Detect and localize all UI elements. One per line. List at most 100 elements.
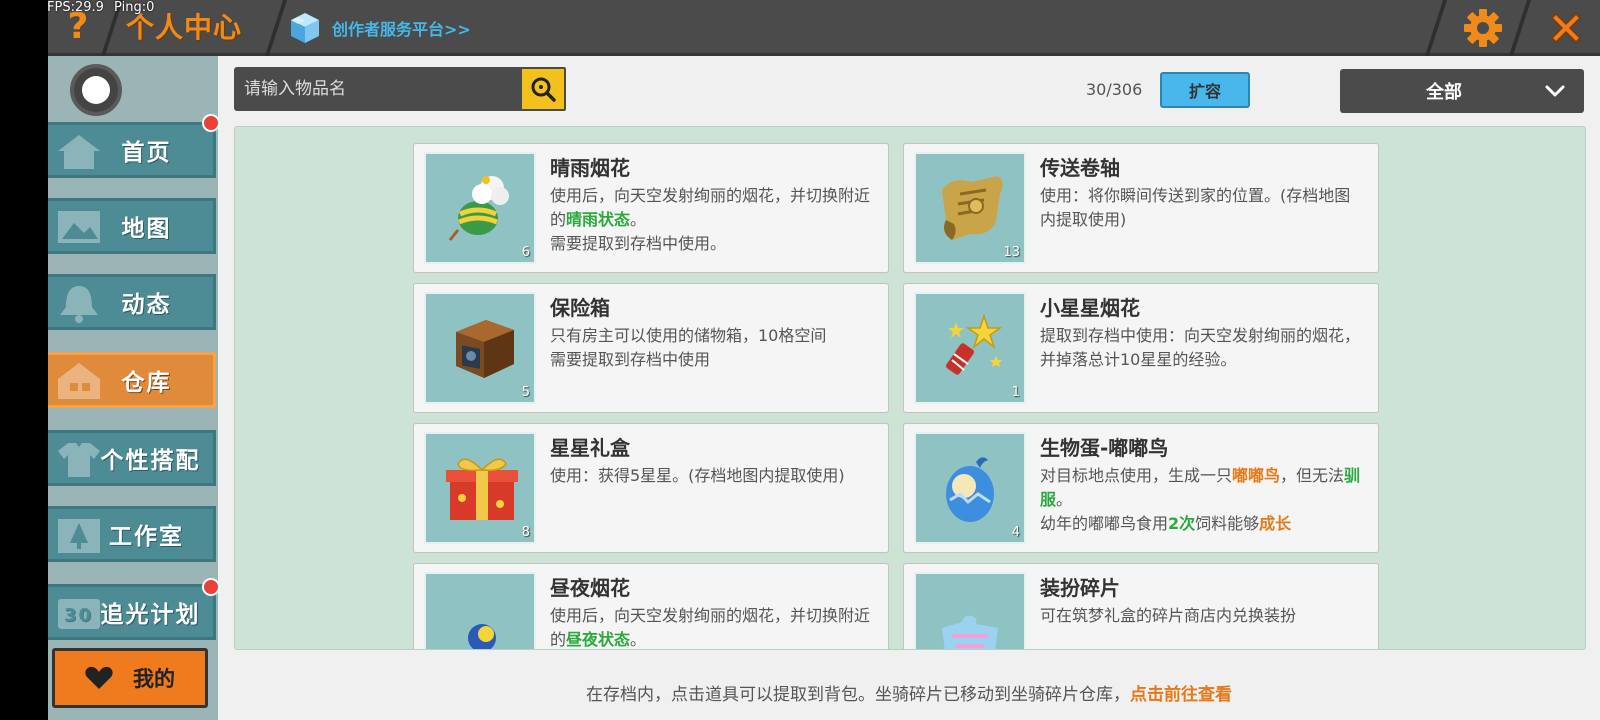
footer-view-link[interactable]: 点击前往查看 bbox=[1130, 685, 1232, 705]
top-bar: ? 个人中心 创作者服务平台>> bbox=[48, 0, 1600, 56]
avatar[interactable] bbox=[70, 64, 122, 116]
sidebar-item-label: 个性搭配 bbox=[100, 448, 201, 474]
fps-readout: FPS:29.9 bbox=[47, 0, 104, 15]
sidebar-item-label: 地图 bbox=[121, 216, 172, 242]
sidebar-item-studio[interactable]: 工作室 bbox=[48, 506, 216, 562]
expand-button[interactable]: 扩容 bbox=[1160, 72, 1250, 108]
item-name: 传送卷轴 bbox=[1040, 156, 1120, 180]
tree-icon bbox=[58, 519, 100, 553]
item-name: 装扮碎片 bbox=[1040, 576, 1120, 600]
notification-dot bbox=[202, 578, 220, 596]
item-thumbnail: 13 bbox=[914, 152, 1026, 264]
description-segment: 可在筑梦礼盒的碎片商店内兑换装扮 bbox=[1040, 606, 1297, 625]
description-segment: 成长 bbox=[1259, 514, 1292, 533]
chevron-down-icon bbox=[1545, 85, 1565, 97]
gift-box-icon bbox=[446, 458, 518, 520]
description-segment: 昼夜状态 bbox=[566, 630, 631, 649]
item-count: 13 bbox=[1003, 245, 1020, 260]
sidebar-item-label: 动态 bbox=[121, 292, 172, 318]
main-panel: 30/306 扩容 全部 6 晴雨烟花 使用 bbox=[218, 56, 1600, 720]
item-description: 对目标地点使用，生成一只嘟嘟鸟，但无法驯服。 幼年的嘟嘟鸟食用2次饲料能够成长 bbox=[1040, 464, 1365, 536]
sidebar-item-light-plan[interactable]: 30 追光计划 bbox=[48, 584, 216, 640]
description-segment: 嘟嘟鸟 bbox=[1232, 466, 1281, 485]
day-night-firework-icon bbox=[468, 624, 496, 649]
mine-button[interactable]: 我的 bbox=[52, 648, 208, 708]
item-card[interactable]: 1 小星星烟花 提取到存档中使用：向天空发射绚丽的烟花，并掉落总计10星星的经验… bbox=[903, 283, 1379, 413]
gear-icon bbox=[1464, 9, 1502, 47]
item-description: 使用：将你瞬间传送到家的位置。(存档地图内提取使用) bbox=[1040, 184, 1365, 232]
svg-text:30: 30 bbox=[64, 605, 93, 626]
item-thumbnail: 1 bbox=[914, 292, 1026, 404]
search-input[interactable] bbox=[234, 67, 524, 111]
item-card[interactable]: 5 保险箱 只有房主可以使用的储物箱，10格空间 需要提取到存档中使用 bbox=[413, 283, 889, 413]
item-card[interactable]: 8 星星礼盒 使用：获得5星星。(存档地图内提取使用) bbox=[413, 423, 889, 553]
description-segment: 幼年的嘟嘟鸟食用 bbox=[1040, 514, 1169, 533]
avatar-image bbox=[82, 76, 110, 104]
sidebar: 首页 地图 动态 仓库 个性搭配 工作室 30 追光计划 我的 bbox=[48, 56, 220, 720]
sidebar-item-label: 追光计划 bbox=[100, 602, 201, 628]
debug-overlay: FPS:29.9 Ping:0 bbox=[47, 0, 154, 15]
creator-platform-label: 创作者服务平台>> bbox=[332, 20, 471, 39]
sidebar-item-label: 仓库 bbox=[121, 370, 172, 396]
description-segment: 。 bbox=[630, 630, 647, 649]
item-description: 使用后，向天空发射绚丽的烟花，并切换附近的晴雨状态。 需要提取到存档中使用。 bbox=[550, 184, 875, 256]
search-box bbox=[234, 67, 524, 111]
sidebar-item-label: 工作室 bbox=[109, 524, 184, 550]
item-card[interactable]: 昼夜烟花 使用后，向天空发射绚丽的烟花，并切换附近的昼夜状态。 bbox=[413, 563, 889, 649]
item-description: 使用后，向天空发射绚丽的烟花，并切换附近的昼夜状态。 bbox=[550, 604, 875, 649]
item-count: 6 bbox=[521, 245, 530, 260]
description-segment: 2次 bbox=[1168, 514, 1196, 533]
description-segment: 需要提取到存档中使用 bbox=[550, 350, 711, 369]
sidebar-item-label: 首页 bbox=[121, 140, 172, 166]
shirt-icon bbox=[58, 443, 100, 477]
footer-note-text: 在存档内，点击道具可以提取到背包。坐骑碎片已移动到坐骑碎片仓库， bbox=[586, 685, 1130, 705]
item-count: 1 bbox=[1011, 385, 1020, 400]
creator-platform-link[interactable]: 创作者服务平台>> bbox=[288, 8, 471, 48]
item-count: 8 bbox=[521, 525, 530, 540]
description-segment: 需要提取到存档中使用。 bbox=[550, 234, 727, 253]
filter-dropdown[interactable]: 全部 bbox=[1340, 69, 1584, 113]
item-name: 晴雨烟花 bbox=[550, 156, 630, 180]
sidebar-item-home[interactable]: 首页 bbox=[48, 122, 216, 178]
description-segment: 。 bbox=[630, 210, 647, 229]
item-name: 生物蛋-嘟嘟鸟 bbox=[1040, 436, 1169, 460]
home-icon bbox=[58, 135, 100, 169]
description-segment: 晴雨状态 bbox=[566, 210, 631, 229]
item-card[interactable]: 13 传送卷轴 使用：将你瞬间传送到家的位置。(存档地图内提取使用) bbox=[903, 143, 1379, 273]
settings-button[interactable] bbox=[1458, 4, 1508, 52]
map-icon bbox=[58, 211, 100, 243]
description-segment: 饲料能够 bbox=[1195, 514, 1260, 533]
item-description: 使用：获得5星星。(存档地图内提取使用) bbox=[550, 464, 875, 488]
app-frame: ? 个人中心 创作者服务平台>> 首页 地图 动态 仓库 个性搭配 工作室 30… bbox=[48, 0, 1600, 720]
cube-icon bbox=[291, 13, 319, 43]
item-description: 可在筑梦礼盒的碎片商店内兑换装扮 bbox=[1040, 604, 1365, 628]
item-grid: 6 晴雨烟花 使用后，向天空发射绚丽的烟花，并切换附近的晴雨状态。 需要提取到存档… bbox=[234, 126, 1586, 650]
footer-hint: 在存档内，点击道具可以提取到背包。坐骑碎片已移动到坐骑碎片仓库，点击前往查看 bbox=[218, 680, 1600, 705]
description-segment: 只有房主可以使用的储物箱，10格空间 bbox=[550, 326, 827, 345]
search-button[interactable] bbox=[520, 67, 566, 111]
item-count: 4 bbox=[1011, 525, 1020, 540]
item-card[interactable]: 装扮碎片 可在筑梦礼盒的碎片商店内兑换装扮 bbox=[903, 563, 1379, 649]
item-name: 星星礼盒 bbox=[550, 436, 630, 460]
item-description: 提取到存档中使用：向天空发射绚丽的烟花，并掉落总计10星星的经验。 bbox=[1040, 324, 1365, 372]
item-name: 小星星烟花 bbox=[1040, 296, 1140, 320]
item-thumbnail: 5 bbox=[424, 292, 536, 404]
item-description: 只有房主可以使用的储物箱，10格空间 需要提取到存档中使用 bbox=[550, 324, 875, 372]
description-segment: 使用：将你瞬间传送到家的位置。(存档地图内提取使用) bbox=[1040, 186, 1351, 229]
item-count: 5 bbox=[521, 385, 530, 400]
ping-readout: Ping:0 bbox=[114, 0, 155, 15]
close-button[interactable] bbox=[1538, 4, 1594, 52]
description-segment: 对目标地点使用，生成一只 bbox=[1040, 466, 1233, 485]
divider bbox=[1424, 0, 1448, 56]
capacity-count: 30/306 bbox=[1086, 80, 1143, 99]
sidebar-item-feed[interactable]: 动态 bbox=[48, 274, 216, 330]
mine-label: 我的 bbox=[133, 667, 175, 691]
sidebar-item-outfit[interactable]: 个性搭配 bbox=[48, 430, 216, 486]
description-segment: 提取到存档中使用：向天空发射绚丽的烟花，并掉落总计10星星的经验。 bbox=[1040, 326, 1361, 369]
sidebar-item-map[interactable]: 地图 bbox=[48, 198, 216, 254]
egg-icon bbox=[946, 457, 994, 522]
item-card[interactable]: 6 晴雨烟花 使用后，向天空发射绚丽的烟花，并切换附近的晴雨状态。 需要提取到存档… bbox=[413, 143, 889, 273]
item-card[interactable]: 4 生物蛋-嘟嘟鸟 对目标地点使用，生成一只嘟嘟鸟，但无法驯服。 幼年的嘟嘟鸟食用… bbox=[903, 423, 1379, 553]
sidebar-item-warehouse[interactable]: 仓库 bbox=[48, 352, 216, 408]
notification-dot bbox=[202, 114, 220, 132]
